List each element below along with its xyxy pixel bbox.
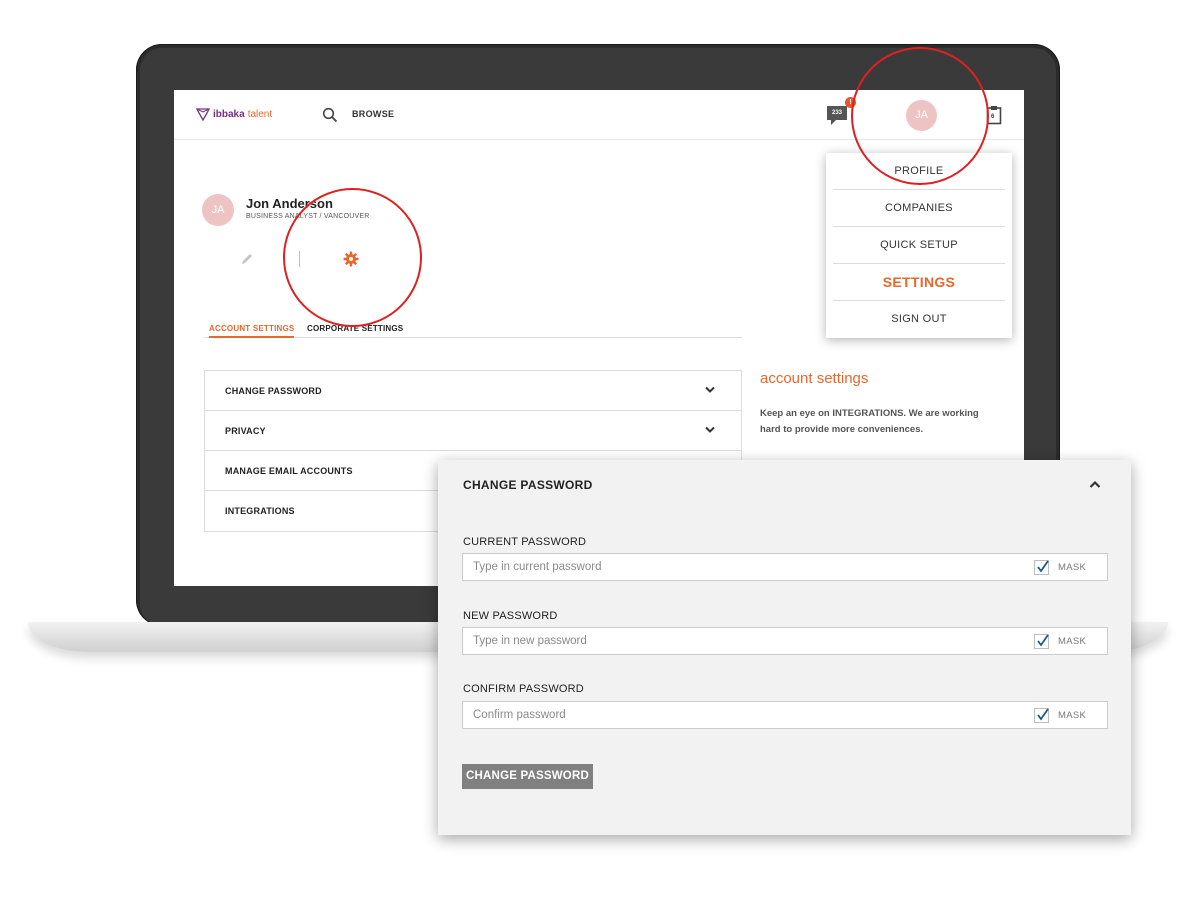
mask-checkbox[interactable]	[1034, 634, 1049, 649]
menu-item-profile[interactable]: PROFILE	[833, 153, 1005, 190]
gear-icon[interactable]	[343, 251, 359, 267]
chevron-up-icon[interactable]	[1089, 480, 1101, 489]
confirm-password-input[interactable]: Confirm password MASK	[462, 701, 1108, 729]
logo[interactable]: ibbaka talent	[196, 107, 272, 121]
user-avatar-button[interactable]: JA	[906, 100, 937, 131]
info-title: account settings	[760, 370, 869, 387]
new-password-input[interactable]: Type in new password MASK	[462, 627, 1108, 655]
profile-role: BUSINESS ANALYST / VANCOUVER	[246, 213, 370, 220]
accordion-privacy[interactable]: PRIVACY	[205, 411, 741, 451]
search-icon[interactable]	[322, 107, 338, 123]
mask-label: MASK	[1058, 710, 1087, 721]
input-placeholder: Type in new password	[473, 635, 587, 647]
checkmark-icon	[1037, 560, 1049, 573]
accordion-label: INTEGRATIONS	[225, 506, 295, 516]
new-password-label: NEW PASSWORD	[463, 610, 558, 622]
current-password-input[interactable]: Type in current password MASK	[462, 553, 1108, 581]
clipboard-count: 6	[991, 114, 995, 120]
accordion-label: CHANGE PASSWORD	[225, 386, 322, 396]
browse-link[interactable]: BROWSE	[352, 109, 394, 119]
profile-name: Jon Anderson	[246, 196, 333, 211]
change-password-panel: CHANGE PASSWORD CURRENT PASSWORD Type in…	[438, 460, 1131, 835]
accordion-label: MANAGE EMAIL ACCOUNTS	[225, 466, 353, 476]
confirm-password-label: CONFIRM PASSWORD	[463, 683, 584, 695]
settings-tabs: ACCOUNT SETTINGS CORPORATE SETTINGS	[204, 324, 742, 338]
checkmark-icon	[1037, 634, 1049, 647]
logo-text-ibbaka: ibbaka	[213, 108, 245, 120]
mask-checkbox[interactable]	[1034, 560, 1049, 575]
logo-text-talent: talent	[247, 108, 273, 120]
chevron-down-icon	[705, 426, 715, 433]
info-text: Keep an eye on INTEGRATIONS. We are work…	[760, 408, 979, 435]
mask-label: MASK	[1058, 562, 1087, 573]
input-placeholder: Confirm password	[473, 709, 566, 721]
tab-corporate-settings[interactable]: CORPORATE SETTINGS	[307, 324, 403, 333]
accordion-change-password[interactable]: CHANGE PASSWORD	[205, 371, 741, 411]
top-nav: ibbaka talent BROWSE 233 ! JA 6	[174, 90, 1024, 140]
menu-item-quick-setup[interactable]: QUICK SETUP	[833, 227, 1005, 264]
profile-avatar: JA	[202, 194, 234, 226]
menu-item-settings[interactable]: SETTINGS	[833, 264, 1005, 301]
mask-label: MASK	[1058, 636, 1087, 647]
notification-badge[interactable]: !	[845, 97, 856, 108]
messages-icon[interactable]	[826, 104, 850, 128]
input-placeholder: Type in current password	[473, 561, 602, 573]
menu-item-companies[interactable]: COMPANIES	[833, 190, 1005, 227]
current-password-label: CURRENT PASSWORD	[463, 536, 587, 548]
icon-divider	[299, 251, 300, 267]
mask-checkbox[interactable]	[1034, 708, 1049, 723]
user-dropdown-menu: PROFILE COMPANIES QUICK SETUP SETTINGS S…	[826, 153, 1012, 338]
messages-count: 233	[832, 110, 843, 116]
pencil-icon[interactable]	[240, 252, 254, 266]
panel-title: CHANGE PASSWORD	[463, 478, 593, 492]
gem-icon	[196, 108, 210, 121]
checkmark-icon	[1037, 708, 1049, 721]
chevron-down-icon	[705, 386, 715, 393]
change-password-button[interactable]: CHANGE PASSWORD	[462, 764, 593, 789]
menu-item-sign-out[interactable]: SIGN OUT	[833, 301, 1005, 338]
tab-account-settings[interactable]: ACCOUNT SETTINGS	[209, 324, 295, 338]
accordion-label: PRIVACY	[225, 426, 266, 436]
